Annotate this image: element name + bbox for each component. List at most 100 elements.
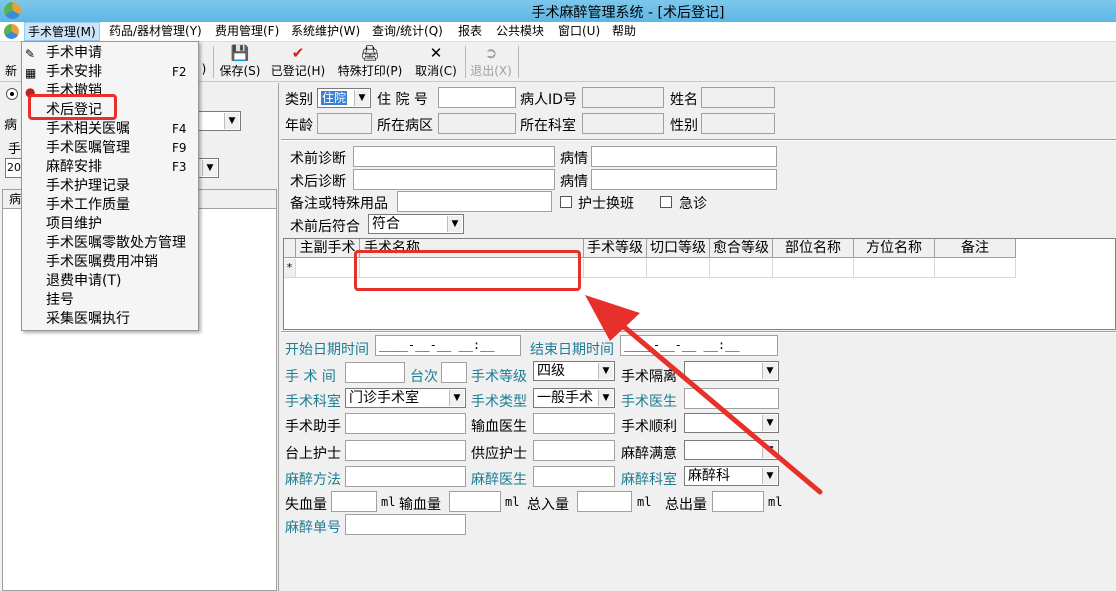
menu-item-order-management[interactable]: 手术医嘱管理 F9 [22,139,198,158]
surgery-dept-select[interactable]: 门诊手术室 ▼ [345,388,466,408]
grid-cell-incision-level[interactable] [647,259,710,278]
grid-header-primary[interactable]: 主副手术 [296,239,360,258]
printer-icon: 🖨 [360,44,380,62]
app-menu-icon[interactable] [4,24,19,39]
pre-diagnosis-label: 术前诊断 [290,151,346,167]
gender-field [701,113,775,134]
divider [281,139,1116,141]
grid-header-surgery-level[interactable]: 手术等级 [584,239,647,258]
blood-loss-input[interactable] [331,491,377,512]
surgery-dept-label: 手术科室 [285,394,341,410]
name-label: 姓名 [670,92,698,108]
start-time-input[interactable]: ____-__-__ __:__ [375,335,521,356]
order-input[interactable] [441,362,467,383]
grid-cell-primary[interactable] [296,259,360,278]
menu-system-maintenance[interactable]: 系统维护(W) [288,22,363,41]
grid-header-healing-level[interactable]: 愈合等级 [710,239,773,258]
annotation-arrow-icon [585,295,823,495]
pen-icon: ✎ [25,47,36,61]
menu-item-surgery-schedule[interactable]: ▦ 手术安排 F2 [22,63,198,82]
anesthesia-no-input[interactable] [345,514,466,535]
menu-window[interactable]: 窗口(U) [555,22,603,41]
chevron-down-icon: ▼ [224,113,239,129]
grid-header-incision-level[interactable]: 切口等级 [647,239,710,258]
ward-label: 所在病区 [377,118,433,134]
menu-item-anesthesia-schedule[interactable]: 麻醉安排 F3 [22,158,198,177]
assistant-input[interactable] [345,413,466,434]
inpatient-no-input[interactable] [438,87,516,108]
menu-item-registration[interactable]: 挂号 [22,291,198,310]
menu-item-fee-writeoff[interactable]: 手术医嘱费用冲销 [22,253,198,272]
grid-cell-surgery-level[interactable] [584,259,647,278]
menu-item-scattered-prescription[interactable]: 手术医嘱零散处方管理 [22,234,198,253]
remarks-input[interactable] [397,191,552,212]
grid-header-direction-name[interactable]: 方位名称 [854,239,935,258]
checkmark-icon: ✔ [291,44,305,62]
emergency-checkbox[interactable] [660,196,672,208]
emergency-label: 急诊 [679,196,707,212]
radio-option[interactable] [6,88,18,100]
pre-condition-label: 病情 [560,151,588,167]
window-title: 手术麻醉管理系统 - [术后登记] [531,5,725,21]
menu-item-refund-request[interactable]: 退费申请(T) [22,272,198,291]
menu-drug-equipment[interactable]: 药品/器材管理(Y) [106,22,205,41]
menu-item-collect-order-execution[interactable]: 采集医嘱执行 [22,310,198,329]
menu-item-work-quality[interactable]: 手术工作质量 [22,196,198,215]
close-x-icon: ✕ [429,44,443,62]
grid-cell-direction-name[interactable] [854,259,935,278]
category-select[interactable]: 住院 ▼ [317,88,371,108]
annotation-highlight-menu [28,94,117,120]
menu-item-surgery-request[interactable]: ✎ 手术申请 [22,44,198,63]
nurse-shift-label: 护士换班 [578,196,634,212]
menu-item-related-orders[interactable]: 手术相关医嘱 F4 [22,120,198,139]
chevron-down-icon: ▼ [354,90,369,106]
menu-reports[interactable]: 报表 [455,22,485,41]
anesthesia-method-input[interactable] [345,466,466,487]
blood-loss-unit: ml [381,495,396,509]
scrub-nurse-input[interactable] [345,440,466,461]
start-time-label: 开始日期时间 [285,342,369,358]
left-combo-1[interactable]: ▼ [196,111,241,131]
pre-condition-input[interactable] [591,146,777,167]
cancel-button[interactable]: ✕ 取消(C) [412,44,460,80]
new-button[interactable]: 新 [2,44,20,80]
surgery-type-label: 手术类型 [471,394,527,410]
operating-room-label: 手 术 间 [285,369,336,385]
menu-query-statistics[interactable]: 查询/统计(Q) [369,22,446,41]
exit-button[interactable]: ➲ 退出(X) [469,44,513,80]
nurse-shift-checkbox[interactable] [560,196,572,208]
special-print-button[interactable]: 🖨 特殊打印(P) [334,44,406,80]
dept-field [582,113,664,134]
patient-id-label: 病人ID号 [520,92,577,108]
post-condition-input[interactable] [591,169,777,190]
post-diagnosis-label: 术后诊断 [290,174,346,190]
registered-button[interactable]: ✔ 已登记(H) [268,44,328,80]
chevron-down-icon: ▼ [449,390,464,406]
grid-cell-healing-level[interactable] [710,259,773,278]
menu-fee-management[interactable]: 费用管理(F) [212,22,282,41]
toolbar-partial-button[interactable]: ) [198,44,210,80]
grid-header-site-name[interactable]: 部位名称 [773,239,854,258]
grid-header-remarks[interactable]: 备注 [935,239,1016,258]
operating-room-input[interactable] [345,362,405,383]
grid-cell-site-name[interactable] [773,259,854,278]
assistant-label: 手术助手 [285,419,341,435]
toolbar-separator [518,46,519,78]
menu-common-modules[interactable]: 公共模块 [493,22,547,41]
menu-surgery-management[interactable]: 手术管理(M) [24,22,100,41]
pre-diagnosis-input[interactable] [353,146,555,167]
save-button[interactable]: 💾 保存(S) [217,44,263,80]
dept-label: 所在科室 [520,118,576,134]
save-disk-icon: 💾 [230,44,250,62]
menu-help[interactable]: 帮助 [609,22,639,41]
menu-item-nursing-record[interactable]: 手术护理记录 [22,177,198,196]
blank-icon [198,44,210,62]
post-diagnosis-input[interactable] [353,169,555,190]
consistency-select[interactable]: 符合 ▼ [368,214,464,234]
transfusion-volume-input[interactable] [449,491,501,512]
grid-cell-remarks[interactable] [935,259,1016,278]
menu-item-item-maintenance[interactable]: 项目维护 [22,215,198,234]
scrub-nurse-label: 台上护士 [285,446,341,462]
ward-field [438,113,516,134]
left-combo-2[interactable]: ▼ [196,158,219,178]
